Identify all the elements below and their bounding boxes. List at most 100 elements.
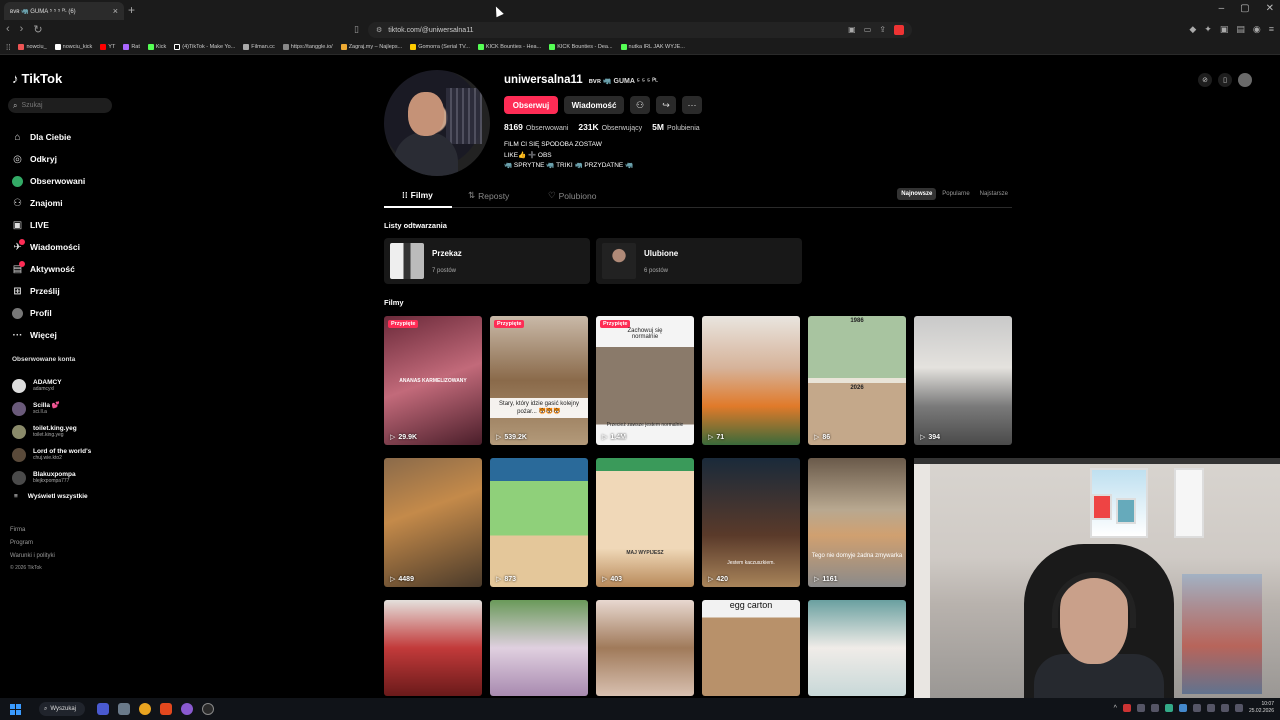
windows-start-icon[interactable] (10, 703, 21, 715)
tiktok-logo[interactable]: ♪ TikTok (12, 71, 62, 86)
bookmark-item[interactable]: KICK Bounties - Hea... (477, 44, 541, 50)
bookmark-item[interactable]: nowciu_kick (54, 44, 92, 50)
footer-link-terms[interactable]: Warunki i polityki (10, 550, 55, 563)
bookmark-item[interactable]: Zagraj.my – Najleps... (340, 44, 402, 50)
minimize-icon[interactable]: – (1219, 3, 1225, 14)
apps-icon[interactable]: ⁞⁞ (6, 43, 10, 52)
user-avatar[interactable] (1238, 73, 1252, 87)
discord-icon[interactable] (97, 703, 109, 715)
forward-icon[interactable]: › (20, 23, 24, 36)
browser-tab[interactable]: ʙᴠʀ 🦏 GUMA ⁵ ⁵ ⁵ ᴾᴸ (6) × (4, 2, 124, 20)
close-window-icon[interactable]: ✕ (1266, 3, 1274, 14)
followed-account[interactable]: toilet.king.yeg toilet.king.yeg (12, 420, 91, 443)
share-profile-icon[interactable]: ↪ (656, 96, 676, 114)
followed-account[interactable]: Scilla 💕 sci.ll.a (12, 397, 91, 420)
tray-chevron-icon[interactable]: ^ (1114, 705, 1117, 712)
sort-oldest[interactable]: Najstarsze (976, 188, 1012, 200)
puzzle-icon[interactable]: ✦ (1204, 24, 1212, 35)
site-info-icon[interactable]: ⚙ (376, 26, 382, 34)
bookmark-item[interactable]: YT (100, 44, 115, 50)
tray-icon[interactable] (1136, 704, 1145, 712)
playlist-card[interactable]: Przekaz 7 postów (384, 238, 590, 284)
sort-popular[interactable]: Popularne (938, 188, 973, 200)
bookmark-item[interactable]: Kick (147, 44, 166, 50)
menu-icon[interactable]: ≡ (1269, 24, 1274, 35)
chrome-icon[interactable] (139, 703, 151, 715)
sort-newest[interactable]: Najnowsze (897, 188, 937, 200)
video-thumbnail[interactable]: ▷ 394 (914, 316, 1012, 445)
tray-icon[interactable] (1178, 704, 1187, 712)
tab-videos[interactable]: ⁞⁞ Filmy (402, 190, 433, 200)
suggested-accounts-icon[interactable]: ⚇ (630, 96, 650, 114)
app-icon[interactable] (118, 703, 130, 715)
reload-icon[interactable]: ↻ (33, 23, 42, 36)
show-all-button[interactable]: ≡ Wyświetl wszystkie (14, 489, 91, 503)
nav-item-activity[interactable]: ▤ Aktywność (12, 258, 85, 280)
tab-liked[interactable]: ♡ Polubiono (548, 190, 596, 201)
vpn-icon[interactable]: ◉ (1253, 24, 1261, 35)
screenshot-icon[interactable]: ▭ (864, 25, 872, 35)
playlist-card[interactable]: Ulubione 6 postów (596, 238, 802, 284)
address-bar[interactable]: ⚙ tiktok.com/@uniwersalna11 ▣ ▭ ⇪ (368, 22, 912, 38)
followed-account[interactable]: Blakuxpompa blejkxpompa777 (12, 466, 91, 489)
search-input[interactable]: ⌕ Szukaj (8, 98, 112, 113)
nav-item-live[interactable]: ▣ LIVE (12, 214, 85, 236)
bookmark-item[interactable]: nutka IRL JAK WYJE... (620, 44, 685, 50)
nav-item-profile[interactable]: Profil (12, 302, 85, 324)
bookmark-item[interactable]: Gomorra (Serial TV... (410, 44, 470, 50)
footer-link-company[interactable]: Firma (10, 524, 55, 537)
bookmark-item[interactable]: nowciu_ (18, 44, 47, 50)
video-thumbnail[interactable]: Jestem kaczuszkiem. ▷ 420 (702, 458, 800, 587)
video-thumbnail[interactable]: Przypięte Stary, który idzie gasić kolej… (490, 316, 588, 445)
system-clock[interactable]: 10:07 25.02.2026 (1249, 701, 1274, 715)
tab-reposts[interactable]: ⇅ Reposty (468, 190, 509, 201)
video-thumbnail[interactable]: MAJ WYPIJESZ ▷ 403 (596, 458, 694, 587)
video-thumbnail[interactable]: Przypięte Zachowuj się normalnie Przecie… (596, 316, 694, 445)
brave-shield-icon[interactable] (894, 25, 904, 35)
video-thumbnail[interactable] (596, 600, 694, 696)
video-thumbnail[interactable] (808, 600, 906, 696)
nav-item-explore[interactable]: ◎ Odkryj (12, 148, 85, 170)
nav-item-for-you[interactable]: ⌂ Dla Ciebie (12, 126, 85, 148)
video-thumbnail[interactable]: 1986 2026 ▷ 86 (808, 316, 906, 445)
device-icon[interactable]: ▯ (1218, 73, 1232, 87)
tray-icon[interactable] (1206, 704, 1215, 712)
profile-avatar[interactable] (384, 70, 490, 176)
new-tab-icon[interactable]: + (128, 3, 135, 17)
follow-button[interactable]: Obserwuj (504, 96, 558, 114)
sidebar-toggle-icon[interactable]: ▤ (1236, 24, 1245, 35)
bookmark-item[interactable]: https://tanggle.io/ (282, 44, 333, 50)
tray-icon[interactable] (1164, 704, 1173, 712)
more-options-icon[interactable]: ··· (682, 96, 702, 114)
brave-icon[interactable] (160, 703, 172, 715)
app-icon[interactable] (181, 703, 193, 715)
video-thumbnail[interactable]: Tego nie domyje żadna zmywarka ▷ 1161 (808, 458, 906, 587)
tray-icon[interactable] (1192, 704, 1201, 712)
video-thumbnail[interactable]: ▷ 4489 (384, 458, 482, 587)
followed-account[interactable]: Lord of the world's chuj.wie.kto2 (12, 443, 91, 466)
taskbar-search[interactable]: ⌕ Wyszukaj (39, 702, 85, 716)
extension-icon[interactable]: ◆ (1189, 24, 1196, 35)
video-thumbnail[interactable]: egg carton (702, 600, 800, 696)
bookmark-icon[interactable]: ▯ (354, 24, 359, 35)
nav-item-more[interactable]: ··· Więcej (12, 324, 85, 346)
video-thumbnail[interactable]: Przypięte ANANAS KARMELIZOWANY ▷ 29.9K (384, 316, 482, 445)
video-thumbnail[interactable] (490, 600, 588, 696)
followed-account[interactable]: ADAMCY adamcyxl (12, 374, 91, 397)
stat-followers[interactable]: 231K Obserwujący (578, 122, 642, 132)
bookmark-item[interactable]: Rat (123, 44, 140, 50)
footer-link-program[interactable]: Program (10, 537, 55, 550)
video-thumbnail[interactable] (384, 600, 482, 696)
bookmark-item[interactable]: Filman.cc (243, 44, 275, 50)
bookmark-item[interactable]: (4)TikTok - Make Yo... (174, 44, 235, 50)
volume-icon[interactable] (1234, 704, 1243, 712)
wifi-icon[interactable] (1220, 704, 1229, 712)
tray-icon[interactable] (1122, 704, 1131, 712)
bookmark-item[interactable]: KICK Bounties - Dea... (549, 44, 613, 50)
nav-item-following[interactable]: Obserwowani (12, 170, 85, 192)
coins-icon[interactable]: ⊘ (1198, 73, 1212, 87)
wallet-icon[interactable]: ▣ (1220, 24, 1229, 35)
video-thumbnail[interactable]: ▷ 71 (702, 316, 800, 445)
tray-icon[interactable] (1150, 704, 1159, 712)
stat-following[interactable]: 8169 Obserwowani (504, 122, 568, 132)
